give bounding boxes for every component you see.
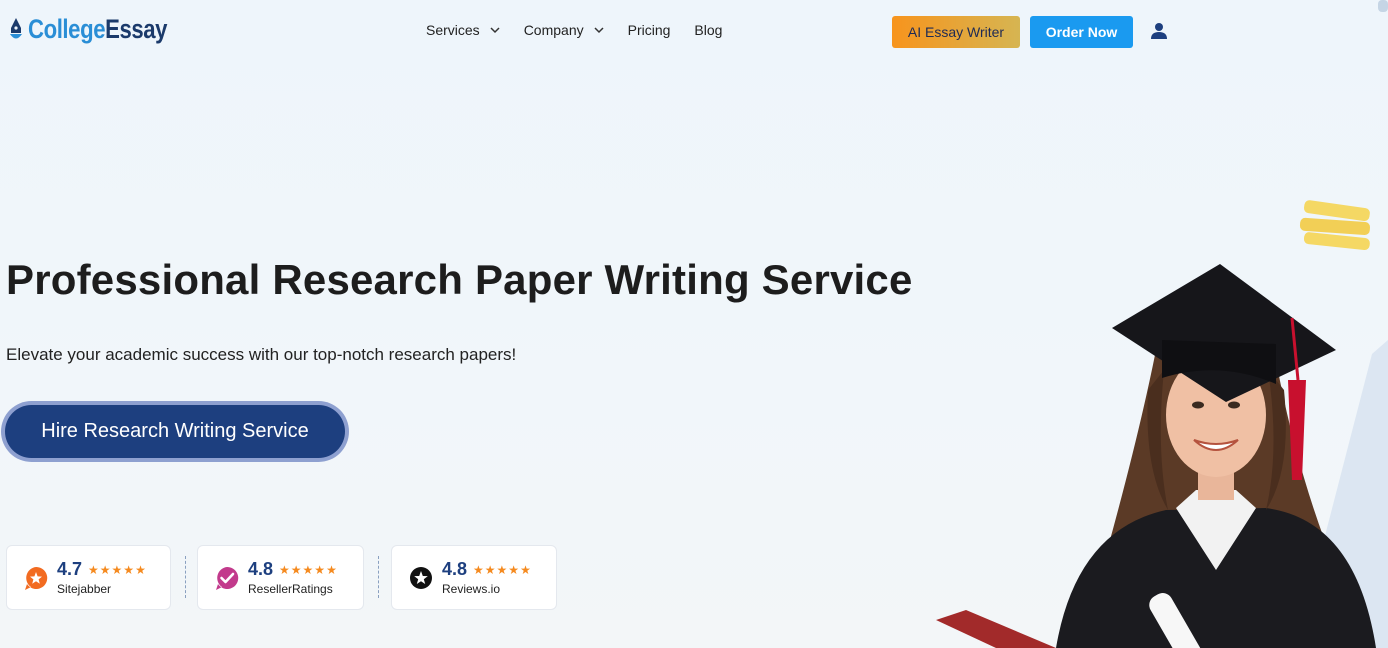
nav-company-label: Company (523, 22, 584, 38)
nav-services[interactable]: Services (426, 22, 500, 38)
graduate-illustration (936, 200, 1388, 648)
rating-site-name: ResellerRatings (248, 582, 333, 596)
divider (378, 556, 379, 598)
rating-site-name: Sitejabber (57, 582, 112, 596)
divider (185, 556, 186, 598)
page-title: Professional Research Paper Writing Serv… (6, 256, 913, 303)
hero-subtitle: Elevate your academic success with our t… (6, 345, 517, 364)
rating-card-resellerratings[interactable]: 4.8 ★★★★★ ResellerRatings (197, 545, 364, 610)
resellerratings-icon (216, 566, 239, 590)
logo-essay: Essay (105, 14, 168, 44)
order-now-button[interactable]: Order Now (1030, 16, 1133, 48)
rating-card-sitejabber[interactable]: 4.7 ★★★★★ Sitejabber (6, 545, 171, 610)
ai-essay-writer-button[interactable]: AI Essay Writer (892, 16, 1020, 48)
main-nav: Services Company Pricing Blog (426, 22, 746, 38)
cta-outline: Hire Research Writing Service (1, 401, 349, 462)
logo-college: College (28, 14, 106, 44)
reviews-io-icon (410, 566, 432, 589)
rating-score: 4.8 (442, 559, 468, 579)
logo[interactable]: CollegeEssay (8, 14, 198, 45)
rating-text: 4.8 ★★★★★ Reviews.io (442, 559, 532, 596)
rating-score: 4.7 (57, 559, 83, 579)
sitejabber-icon (25, 566, 48, 590)
nav-pricing[interactable]: Pricing (628, 22, 671, 38)
pen-nib-icon (10, 17, 22, 38)
star-rating-icon: ★★★★★ (88, 562, 147, 577)
chevron-down-icon (594, 27, 604, 34)
nav-blog-label: Blog (694, 22, 723, 38)
logo-text: CollegeEssay (28, 14, 167, 45)
nav-blog[interactable]: Blog (694, 22, 722, 38)
hire-research-writing-button[interactable]: Hire Research Writing Service (5, 405, 345, 458)
rating-card-reviews-io[interactable]: 4.8 ★★★★★ Reviews.io (391, 545, 557, 610)
star-rating-icon: ★★★★★ (279, 562, 338, 577)
rating-text: 4.8 ★★★★★ ResellerRatings (248, 559, 338, 596)
rating-score: 4.8 (248, 559, 274, 579)
chevron-down-icon (490, 27, 500, 34)
nav-services-label: Services (426, 22, 480, 38)
rating-site-name: Reviews.io (442, 582, 501, 596)
star-rating-icon: ★★★★★ (473, 562, 532, 577)
nav-pricing-label: Pricing (627, 22, 671, 38)
nav-company[interactable]: Company (524, 22, 604, 38)
site-header: CollegeEssay Services Company Pricing Bl… (0, 0, 1388, 64)
books-icon (1299, 200, 1370, 251)
user-icon[interactable] (1150, 22, 1168, 40)
rating-text: 4.7 ★★★★★ Sitejabber (57, 559, 147, 596)
scrollbar[interactable] (1378, 0, 1388, 12)
